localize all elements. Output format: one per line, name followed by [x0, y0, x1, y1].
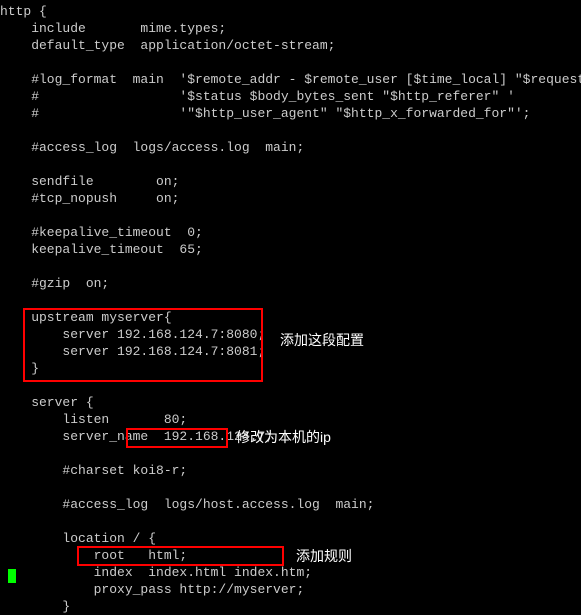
- config-code: http { include mime.types; default_type …: [0, 0, 581, 615]
- code-line: #gzip on;: [0, 276, 109, 291]
- code-line: #log_format main '$remote_addr - $remote…: [0, 72, 581, 87]
- code-line: #keepalive_timeout 0;: [0, 225, 203, 240]
- code-line: server 192.168.124.7:8081;: [0, 344, 265, 359]
- code-line: }: [0, 599, 70, 614]
- code-line: sendfile on;: [0, 174, 179, 189]
- terminal-cursor: [8, 569, 16, 583]
- code-line: listen 80;: [0, 412, 187, 427]
- code-line: include mime.types;: [0, 21, 226, 36]
- code-line: keepalive_timeout 65;: [0, 242, 203, 257]
- code-line: location / {: [0, 531, 156, 546]
- code-line: server 192.168.124.7:8080;: [0, 327, 265, 342]
- code-line: server {: [0, 395, 94, 410]
- code-line: upstream myserver{: [0, 310, 172, 325]
- code-line: http {: [0, 4, 47, 19]
- code-line: index index.html index.htm;: [0, 565, 312, 580]
- code-line: #access_log logs/host.access.log main;: [0, 497, 374, 512]
- code-line: # '"$http_user_agent" "$http_x_forwarded…: [0, 106, 531, 121]
- code-line: #charset koi8-r;: [0, 463, 187, 478]
- code-line: # '$status $body_bytes_sent "$http_refer…: [0, 89, 515, 104]
- code-line: }: [0, 361, 39, 376]
- code-line: #access_log logs/access.log main;: [0, 140, 304, 155]
- code-line: proxy_pass http://myserver;: [0, 582, 304, 597]
- code-line: root html;: [0, 548, 187, 563]
- code-line: default_type application/octet-stream;: [0, 38, 335, 53]
- code-line: server_name 192.168.124.7;: [0, 429, 273, 444]
- code-line: #tcp_nopush on;: [0, 191, 179, 206]
